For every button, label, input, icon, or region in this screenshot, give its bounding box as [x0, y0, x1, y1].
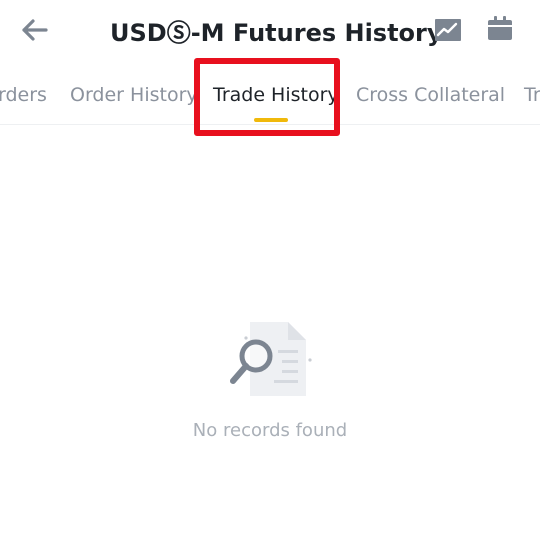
calendar-icon — [488, 16, 512, 44]
trend-chart-icon — [435, 19, 461, 45]
futures-history-screen: USDⓈ-M Futures History rders Order Histo… — [0, 0, 540, 540]
active-tab-indicator — [254, 118, 288, 122]
tab-transaction-history[interactable]: Tr — [524, 80, 540, 110]
document-search-icon — [226, 320, 316, 400]
arrow-left-icon — [20, 18, 48, 46]
calendar-button[interactable] — [482, 12, 518, 48]
header: USDⓈ-M Futures History — [0, 0, 540, 66]
back-button[interactable] — [12, 12, 56, 52]
tab-bar: rders Order History Trade History Cross … — [0, 66, 540, 125]
empty-state-message: No records found — [192, 420, 348, 441]
tab-open-orders[interactable]: rders — [0, 80, 47, 110]
tab-cross-collateral[interactable]: Cross Collateral — [356, 80, 505, 110]
page-title: USDⓈ-M Futures History — [110, 19, 443, 47]
tab-trade-history[interactable]: Trade History — [213, 80, 339, 110]
chart-button[interactable] — [430, 14, 466, 50]
tab-order-history[interactable]: Order History — [70, 80, 198, 110]
